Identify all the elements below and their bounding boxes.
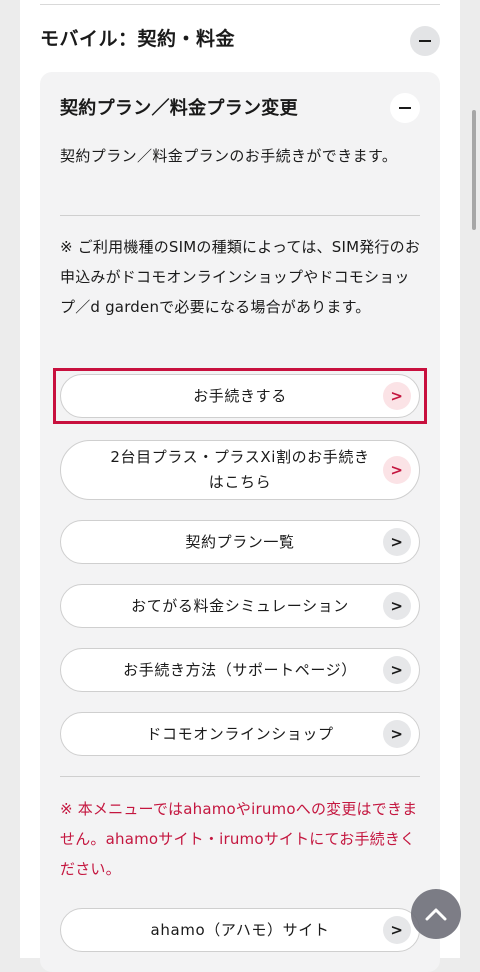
plan-list-button[interactable]: 契約プラン一覧 > <box>60 520 420 564</box>
procedure-button[interactable]: お手続きする > <box>60 374 420 418</box>
ahamo-site-button[interactable]: ahamo（アハモ）サイト > <box>60 908 420 952</box>
chevron-right-icon: > <box>383 656 411 684</box>
minus-icon[interactable] <box>390 93 420 123</box>
button-label: 2台目プラス・プラスXi割のお手続きはこちら <box>110 448 370 491</box>
panel-title: 契約プラン／料金プラン変更 <box>60 98 298 119</box>
divider <box>60 776 420 777</box>
content-page: モバイル：契約・料金 契約プラン／料金プラン変更 契約プラン／料金プランのお手続… <box>20 0 460 972</box>
button-label: 契約プラン一覧 <box>185 532 295 551</box>
section-title: モバイル：契約・料金 <box>40 28 236 50</box>
minus-icon[interactable] <box>410 26 440 56</box>
chevron-right-icon: > <box>383 528 411 556</box>
chevron-right-icon: > <box>383 382 411 410</box>
button-label: お手続き方法（サポートページ） <box>123 660 357 679</box>
fee-simulation-button[interactable]: おてがる料金シミュレーション > <box>60 584 420 628</box>
chevron-up-icon <box>425 908 447 921</box>
ahamo-irumo-warning: ※ 本メニューではahamoやirumoへの変更はできません。ahamoサイト・… <box>60 800 418 878</box>
second-device-plus-button[interactable]: 2台目プラス・プラスXi割のお手続きはこちら > <box>60 440 420 500</box>
divider <box>60 215 420 216</box>
chevron-right-icon: > <box>383 456 411 484</box>
online-shop-button[interactable]: ドコモオンラインショップ > <box>60 712 420 756</box>
divider <box>40 4 440 5</box>
panel-description: 契約プラン／料金プランのお手続きができます。 <box>60 147 398 165</box>
button-label: お手続きする <box>193 386 287 405</box>
chevron-right-icon: > <box>383 592 411 620</box>
chevron-right-icon: > <box>383 916 411 944</box>
button-label: ahamo（アハモ）サイト <box>150 920 330 939</box>
support-page-button[interactable]: お手続き方法（サポートページ） > <box>60 648 420 692</box>
button-label: ドコモオンラインショップ <box>146 724 334 743</box>
chevron-right-icon: > <box>383 720 411 748</box>
section-header-mobile-contract[interactable]: モバイル：契約・料金 <box>40 22 440 58</box>
scroll-to-top-button[interactable] <box>411 889 461 939</box>
scrollbar[interactable] <box>472 110 476 230</box>
accordion-panel-plan-change: 契約プラン／料金プラン変更 契約プラン／料金プランのお手続きができます。 ※ ご… <box>40 72 440 972</box>
sim-note: ※ ご利用機種のSIMの種類によっては、SIM発行のお申込みがドコモオンラインシ… <box>60 238 421 316</box>
button-label: おてがる料金シミュレーション <box>131 596 349 615</box>
